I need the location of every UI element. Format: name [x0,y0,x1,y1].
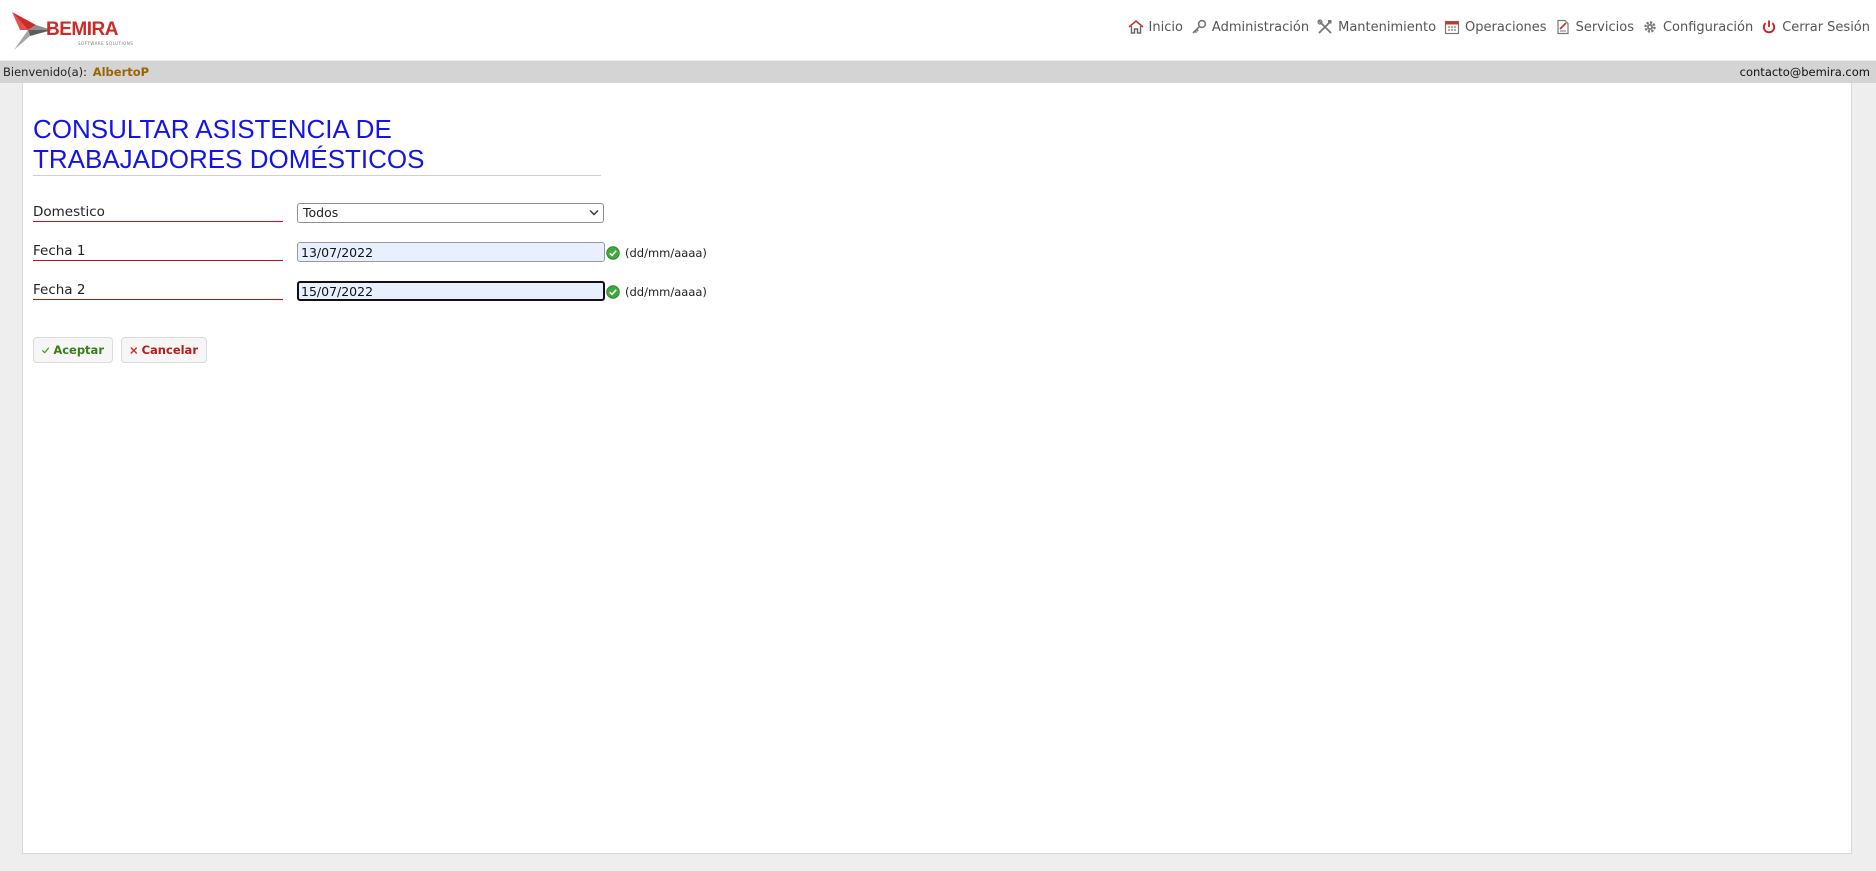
top-header: BEMIRA SOFTWARE SOLUTIONS Inicio Adminis… [0,0,1876,60]
calendar-icon [1444,20,1460,35]
nav-label-configuracion: Configuración [1662,19,1754,35]
bemira-logo[interactable]: BEMIRA SOFTWARE SOLUTIONS [10,8,140,52]
fecha2-input[interactable] [297,281,605,301]
nav-label-cerrar-sesion: Cerrar Sesión [1782,19,1870,35]
checkmark-icon [42,346,50,353]
welcome-prefix: Bienvenido(a): [3,65,88,79]
nav-item-administracion[interactable]: Administración [1191,19,1309,35]
power-icon [1763,20,1776,34]
chevron-down-icon [589,210,599,216]
fecha1-format-hint: (dd/mm/aaaa) [625,246,707,260]
main-panel: CONSULTAR ASISTENCIA DE TRABAJADORES DOM… [22,83,1852,854]
nav-label-inicio: Inicio [1148,19,1183,35]
username: AlbertoP [92,65,150,79]
fecha2-label: Fecha 2 [33,282,283,300]
nav-label-mantenimiento: Mantenimiento [1338,19,1437,35]
nav-item-configuracion[interactable]: Configuración [1642,19,1753,35]
domestico-select[interactable]: Todos [297,203,604,223]
fecha1-label: Fecha 1 [33,243,283,261]
logo-wordmark: BEMIRA [46,19,118,40]
logo-tagline: SOFTWARE SOLUTIONS [78,41,134,46]
fecha1-input[interactable] [297,242,605,262]
fecha2-valid-check-icon [606,285,620,299]
domestico-label: Domestico [33,204,283,222]
key-icon [1192,19,1207,34]
nav-label-operaciones: Operaciones [1465,19,1547,35]
welcome-bar: Bienvenido(a): AlbertoP contacto@bemira.… [0,61,1876,83]
close-icon [130,346,138,354]
fecha2-format-hint: (dd/mm/aaaa) [625,285,707,299]
nav-item-mantenimiento[interactable]: Mantenimiento [1317,19,1436,35]
welcome-message: Bienvenido(a): AlbertoP [3,61,149,83]
domestico-selected-value: Todos [303,205,339,220]
main-nav: Inicio Administración Mantenimiento Oper… [1120,19,1870,35]
accept-button[interactable]: Aceptar [33,337,113,363]
fecha1-valid-check-icon [606,246,620,260]
gear-icon [1644,21,1656,33]
nav-item-operaciones[interactable]: Operaciones [1444,19,1547,35]
page-title-line1: CONSULTAR ASISTENCIA DE [33,114,392,144]
nav-item-servicios[interactable]: Servicios [1555,19,1634,35]
nav-item-cerrar-sesion[interactable]: Cerrar Sesión [1761,19,1870,35]
document-icon [1556,19,1569,35]
nav-item-inicio[interactable]: Inicio [1127,19,1183,35]
page-title: CONSULTAR ASISTENCIA DE TRABAJADORES DOM… [33,114,601,176]
nav-label-servicios: Servicios [1575,19,1634,35]
accept-button-label: Aceptar [53,343,104,357]
cancel-button-label: Cancelar [141,343,198,357]
contact-email: contacto@bemira.com [1739,65,1870,79]
cancel-button[interactable]: Cancelar [121,337,207,363]
home-icon [1127,19,1144,34]
tools-icon [1317,19,1332,34]
page-title-line2: TRABAJADORES DOMÉSTICOS [33,144,425,174]
nav-label-administracion: Administración [1211,19,1310,35]
